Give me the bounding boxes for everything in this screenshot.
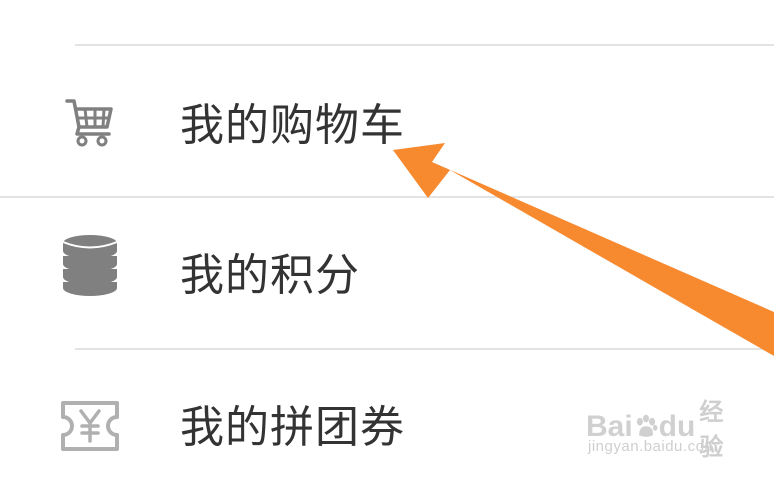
baidu-jingyan-watermark: Bai du 经验 jingyan.baidu.com — [586, 392, 736, 466]
yuan-coupon-icon — [58, 394, 122, 458]
coins-stack-icon — [58, 234, 122, 298]
shopping-cart-icon — [58, 90, 122, 154]
watermark-url: jingyan.baidu.com — [588, 438, 718, 455]
menu-item-points[interactable]: 我的积分 — [0, 198, 774, 348]
top-strip — [0, 0, 774, 45]
screen: 我的购物车 我的积分 我的拼团券 Bai du 经验 jingyan.baidu… — [0, 0, 774, 486]
menu-item-shopping-cart[interactable]: 我的购物车 — [0, 46, 774, 196]
menu-item-label: 我的拼团券 — [180, 402, 405, 453]
menu-item-label: 我的购物车 — [180, 100, 405, 151]
menu-item-label: 我的积分 — [180, 250, 360, 301]
